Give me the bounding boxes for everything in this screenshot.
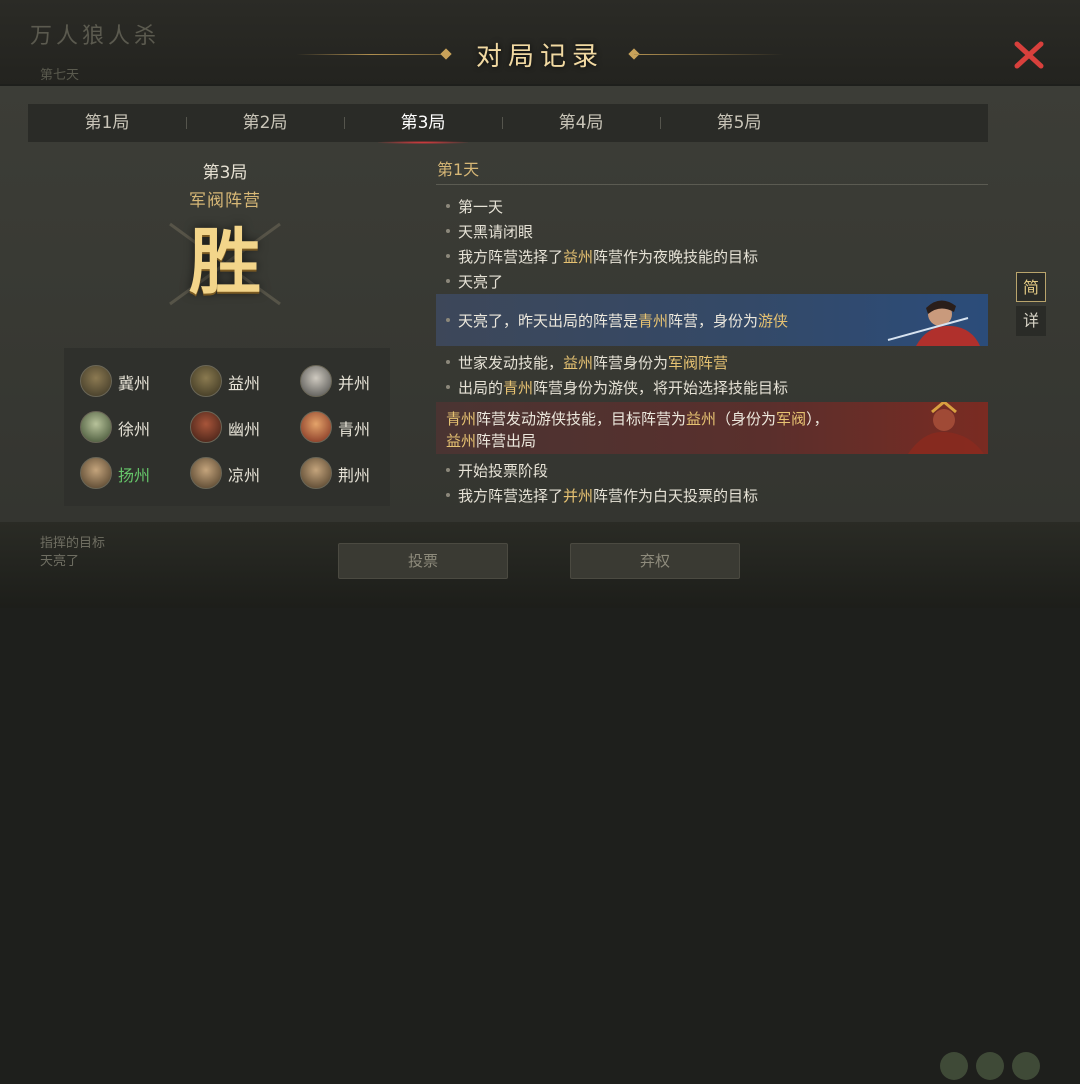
background-abstain-button: 弃权 <box>570 543 740 579</box>
log-entry: 我方阵营选择了益州阵营作为夜晚技能的目标 <box>446 246 758 267</box>
dialog-title: 对局记录 <box>475 42 604 72</box>
player-list: 冀州 益州 并州 徐州 幽州 青州 扬州 凉州 荆州 <box>64 348 390 506</box>
log-entry: 第一天 <box>446 196 503 217</box>
log-highlight-eliminated: 天亮了，昨天出局的阵营是青州阵营，身份为游侠 <box>436 294 988 346</box>
player-item[interactable]: 凉州 <box>174 454 278 492</box>
log-entry: 天黑请闭眼 <box>446 221 533 242</box>
tab-round-5[interactable]: 第5局 <box>660 104 818 142</box>
round-number: 第3局 <box>202 163 248 183</box>
background-log-line: 指挥的目标 <box>40 536 106 551</box>
detail-view-button[interactable]: 详 <box>1016 306 1046 336</box>
player-item[interactable]: 青州 <box>284 408 388 446</box>
background-avatars <box>940 1052 1048 1084</box>
player-name: 冀州 <box>118 374 151 393</box>
close-button[interactable] <box>1012 38 1046 72</box>
background-footer: 指挥的目标 天亮了 <box>0 522 1080 1080</box>
simple-view-button[interactable]: 简 <box>1016 272 1046 302</box>
ranger-character-icon <box>887 300 980 346</box>
log-highlight-text: 青州阵营发动游侠技能，目标阵营为益州（身份为军阀）， <box>446 410 829 428</box>
avatar <box>80 365 112 397</box>
avatar <box>300 411 332 443</box>
log-entry: 世家发动技能，益州阵营身份为军阀阵营 <box>446 352 728 373</box>
background-log-line: 天亮了 <box>40 554 80 569</box>
player-name-self: 扬州 <box>118 466 151 485</box>
dialog-header: 对局记录 <box>0 30 1080 80</box>
result-emblem: 胜 <box>160 212 290 312</box>
close-icon <box>1014 41 1044 69</box>
log-entry: 天亮了 <box>446 271 503 292</box>
round-tabs: 第1局 第2局 第3局 第4局 第5局 <box>28 104 988 144</box>
player-item[interactable]: 并州 <box>284 362 388 400</box>
avatar <box>300 457 332 489</box>
log-entry: 出局的青州阵营身份为游侠，将开始选择技能目标 <box>446 377 788 398</box>
log-highlight-text: 益州阵营出局 <box>446 432 537 450</box>
title-divider-left <box>296 54 446 55</box>
avatar <box>190 457 222 489</box>
player-item[interactable]: 扬州 <box>64 454 168 492</box>
tab-round-2[interactable]: 第2局 <box>186 104 344 142</box>
player-name: 并州 <box>338 374 371 393</box>
player-item[interactable]: 冀州 <box>64 362 168 400</box>
player-item[interactable]: 幽州 <box>174 408 278 446</box>
log-entry: 开始投票阶段 <box>446 460 548 481</box>
camp-name: 军阀阵营 <box>189 191 261 211</box>
player-name: 徐州 <box>118 420 151 439</box>
day-divider <box>436 184 988 185</box>
log-highlight-skill: 青州阵营发动游侠技能，目标阵营为益州（身份为军阀）， 益州阵营出局 <box>436 402 988 454</box>
background-vote-button: 投票 <box>338 543 508 579</box>
tab-round-1[interactable]: 第1局 <box>28 104 186 142</box>
tab-round-4[interactable]: 第4局 <box>502 104 660 142</box>
avatar <box>300 365 332 397</box>
player-item[interactable]: 荆州 <box>284 454 388 492</box>
avatar <box>190 411 222 443</box>
player-name: 荆州 <box>338 466 371 485</box>
player-name: 幽州 <box>228 420 261 439</box>
player-name: 凉州 <box>228 466 261 485</box>
avatar <box>190 365 222 397</box>
warlord-character-icon <box>908 402 984 454</box>
avatar <box>80 411 112 443</box>
log-highlight-text: 天亮了，昨天出局的阵营是青州阵营，身份为游侠 <box>446 310 788 331</box>
result-victory-text: 胜 <box>188 219 261 304</box>
record-panel: 第1局 第2局 第3局 第4局 第5局 第3局 军阀阵营 胜 冀州 益州 并州 <box>0 86 1080 522</box>
day-heading: 第1天 <box>437 160 480 179</box>
player-item[interactable]: 徐州 <box>64 408 168 446</box>
title-divider-right <box>634 54 784 55</box>
player-name: 青州 <box>338 420 371 439</box>
log-entry: 我方阵营选择了并州阵营作为白天投票的目标 <box>446 485 758 506</box>
player-item[interactable]: 益州 <box>174 362 278 400</box>
avatar <box>80 457 112 489</box>
tab-round-3[interactable]: 第3局 <box>344 104 502 144</box>
player-name: 益州 <box>228 374 261 393</box>
